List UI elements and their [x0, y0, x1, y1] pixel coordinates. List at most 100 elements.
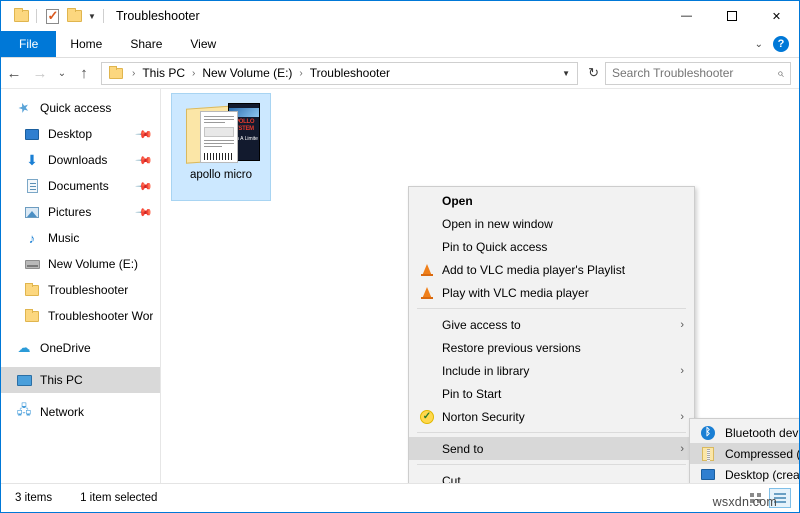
chevron-right-icon: › — [680, 443, 684, 455]
menu-item-label: Include in library — [438, 364, 529, 378]
submenu-item-compressed-zipped-folder[interactable]: Compressed (zipped) folder — [690, 443, 799, 464]
status-selection: 1 item selected — [52, 492, 157, 504]
qat-customize-dropdown-icon[interactable]: ▼ — [85, 5, 99, 27]
recent-locations-icon[interactable]: ⌄ — [53, 60, 71, 86]
breadcrumb[interactable]: › This PC › New Volume (E:) › Troublesho… — [101, 62, 578, 85]
pictures-icon — [23, 207, 41, 218]
menu-item-restore-previous-versions[interactable]: Restore previous versions — [409, 336, 694, 359]
sidebar-item-label: Network — [40, 405, 84, 419]
menu-item-open-in-new-window[interactable]: Open in new window — [409, 212, 694, 235]
sidebar-item-network[interactable]: 🖧 Network — [1, 399, 160, 425]
qat-new-folder-icon[interactable] — [63, 5, 85, 27]
breadcrumb-new-volume[interactable]: New Volume (E:) — [200, 66, 294, 80]
sidebar-item-troubleshooter[interactable]: Troubleshooter — [1, 277, 160, 303]
tab-home[interactable]: Home — [56, 31, 116, 57]
status-bar: 3 items 1 item selected — [1, 483, 799, 512]
watermark: wsxdn.com — [713, 495, 777, 509]
refresh-icon[interactable]: ↻ — [582, 65, 605, 81]
thumbnail-barcode — [204, 153, 234, 160]
sidebar-item-pictures[interactable]: Pictures 📌 — [1, 199, 160, 225]
tab-view[interactable]: View — [176, 31, 230, 57]
tab-share[interactable]: Share — [116, 31, 176, 57]
sidebar-item-label: Troubleshooter — [48, 283, 128, 297]
submenu-item-desktop-create-shortcut[interactable]: Desktop (create shortcut) — [690, 464, 799, 483]
sidebar-item-music[interactable]: ♪ Music — [1, 225, 160, 251]
star-icon: ★ — [15, 100, 33, 116]
menu-separator — [417, 308, 686, 309]
sidebar-item-label: Documents — [48, 179, 109, 193]
menu-item-open[interactable]: Open — [409, 189, 694, 212]
submenu-item-label: Compressed (zipped) folder — [719, 447, 799, 461]
menu-item-label: Give access to — [438, 318, 521, 332]
folder-icon — [23, 285, 41, 296]
breadcrumb-troubleshooter[interactable]: Troubleshooter — [308, 66, 392, 80]
menu-item-label: Open — [438, 194, 473, 208]
folder-icon — [23, 311, 41, 322]
desktop-icon — [23, 129, 41, 140]
pin-icon[interactable]: 📌 — [135, 125, 154, 144]
send-to-submenu[interactable]: ᛒ Bluetooth device Compressed (zipped) f… — [689, 418, 799, 483]
sidebar-item-troubleshooter-wor[interactable]: Troubleshooter Wor — [1, 303, 160, 329]
back-button[interactable]: ← — [1, 60, 27, 86]
drive-icon — [23, 260, 41, 269]
vlc-icon — [416, 287, 438, 299]
menu-item-cut[interactable]: Cut — [409, 469, 694, 483]
help-icon[interactable]: ? — [773, 36, 789, 52]
sidebar-item-quick-access[interactable]: ★ Quick access — [1, 95, 160, 121]
breadcrumb-end: ▼ — [559, 69, 573, 78]
zip-folder-icon — [697, 447, 719, 461]
forward-button[interactable]: → — [27, 60, 53, 86]
menu-item-label: Pin to Start — [438, 387, 501, 401]
sidebar-item-desktop[interactable]: Desktop 📌 — [1, 121, 160, 147]
sidebar-item-downloads[interactable]: ⬇ Downloads 📌 — [1, 147, 160, 173]
search-icon[interactable]: ⌕ — [777, 66, 784, 81]
pc-icon — [15, 375, 33, 386]
breadcrumb-dropdown-icon[interactable]: ▼ — [559, 69, 573, 78]
menu-item-label: Cut — [438, 474, 461, 484]
search-box[interactable]: ⌕ — [605, 62, 791, 85]
sidebar-item-label: OneDrive — [40, 341, 91, 355]
menu-item-give-access-to[interactable]: Give access to › — [409, 313, 694, 336]
menu-item-pin-to-quick-access[interactable]: Pin to Quick access — [409, 235, 694, 258]
menu-item-play-with-vlc[interactable]: Play with VLC media player — [409, 281, 694, 304]
menu-item-pin-to-start[interactable]: Pin to Start — [409, 382, 694, 405]
search-input[interactable] — [612, 66, 777, 80]
menu-item-send-to[interactable]: Send to › — [409, 437, 694, 460]
maximize-button[interactable] — [709, 1, 754, 31]
menu-item-label: Pin to Quick access — [438, 240, 547, 254]
qat-folder-icon[interactable] — [10, 5, 32, 27]
minimize-button[interactable]: — — [664, 1, 709, 31]
menu-item-norton-security[interactable]: ✓ Norton Security › — [409, 405, 694, 428]
network-icon: 🖧 — [15, 401, 33, 423]
tab-file[interactable]: File — [1, 31, 56, 57]
pin-icon[interactable]: 📌 — [135, 203, 154, 222]
window-controls: — ✕ — [664, 1, 799, 31]
sidebar-item-new-volume[interactable]: New Volume (E:) — [1, 251, 160, 277]
sidebar-item-this-pc[interactable]: This PC — [1, 367, 160, 393]
file-list-pane[interactable]: APOLLO SYSTEM d in A Limite apollo micro — [161, 89, 799, 483]
file-thumbnail: APOLLO SYSTEM d in A Limite — [184, 99, 258, 165]
pin-icon[interactable]: 📌 — [135, 177, 154, 196]
expand-ribbon-icon[interactable]: ⌄ — [755, 39, 763, 50]
address-bar: ← → ⌄ ↑ › This PC › New Volume (E:) › Tr… — [1, 58, 799, 89]
menu-separator — [417, 464, 686, 465]
qat-properties-icon[interactable] — [41, 5, 63, 27]
downloads-icon: ⬇ — [23, 153, 41, 167]
sidebar-item-label: Downloads — [48, 153, 107, 167]
sidebar-item-onedrive[interactable]: ☁ OneDrive — [1, 335, 160, 361]
pin-icon[interactable]: 📌 — [135, 151, 154, 170]
up-button[interactable]: ↑ — [71, 60, 97, 86]
breadcrumb-separator-0: › — [127, 68, 140, 79]
breadcrumb-this-pc[interactable]: This PC — [140, 66, 187, 80]
file-item-apollo-micro[interactable]: APOLLO SYSTEM d in A Limite apollo micro — [171, 93, 271, 201]
navigation-pane: ★ Quick access Desktop 📌 ⬇ Downloads 📌 D… — [1, 89, 161, 483]
file-explorer-window: ▼ Troubleshooter — ✕ File Home Share Vie… — [0, 0, 800, 513]
sidebar-item-documents[interactable]: Documents 📌 — [1, 173, 160, 199]
breadcrumb-separator-2: › — [294, 68, 307, 79]
menu-item-include-in-library[interactable]: Include in library › — [409, 359, 694, 382]
menu-item-add-to-vlc-playlist[interactable]: Add to VLC media player's Playlist — [409, 258, 694, 281]
quick-access-toolbar: ▼ — [1, 5, 108, 27]
close-button[interactable]: ✕ — [754, 1, 799, 31]
submenu-item-bluetooth-device[interactable]: ᛒ Bluetooth device — [690, 422, 799, 443]
context-menu[interactable]: Open Open in new window Pin to Quick acc… — [408, 186, 695, 483]
